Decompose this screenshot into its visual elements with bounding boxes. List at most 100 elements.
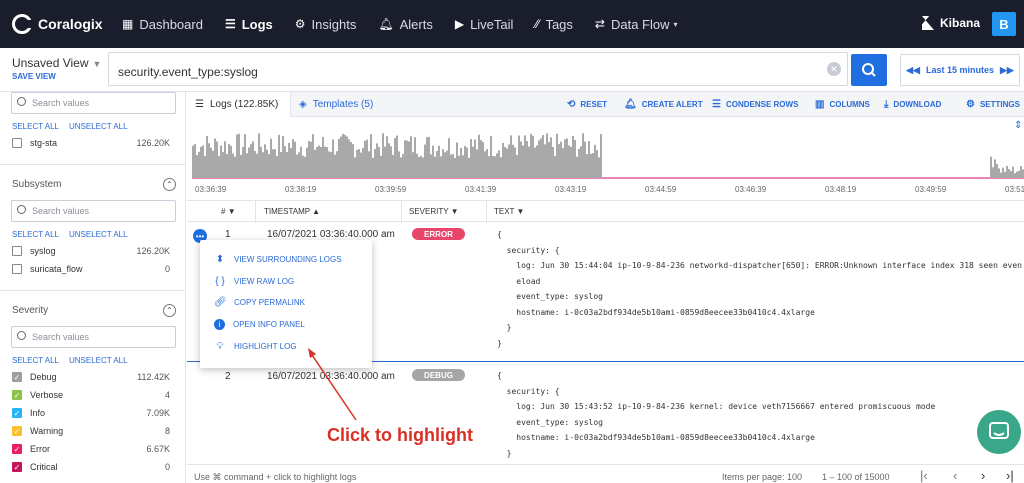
- brand-logo[interactable]: Coralogix: [0, 14, 122, 34]
- severity-filter-item[interactable]: ✓ Debug 112.42K: [12, 372, 170, 382]
- log-histogram[interactable]: [192, 128, 1024, 180]
- histogram-bar: [242, 146, 244, 178]
- severity-filter-item[interactable]: ✓ Critical 0: [12, 462, 170, 472]
- col-num-header[interactable]: # ▼: [221, 207, 236, 216]
- histogram-bar: [434, 156, 436, 178]
- select-all-link[interactable]: SELECT ALL: [12, 122, 59, 131]
- collapse-icon[interactable]: ⌃: [163, 304, 176, 317]
- clear-query-icon[interactable]: ✕: [827, 62, 841, 76]
- tab-templates[interactable]: ◈ Templates (5): [291, 92, 387, 117]
- first-page-icon[interactable]: |‹: [920, 468, 928, 483]
- checkbox[interactable]: ✓: [12, 408, 22, 418]
- histogram-bar: [564, 139, 566, 178]
- save-view-button[interactable]: SAVE VIEW: [12, 72, 56, 81]
- histogram-bar: [460, 147, 462, 178]
- next-page-icon[interactable]: ›: [981, 468, 985, 483]
- view-selector[interactable]: Unsaved View ▼: [12, 56, 101, 70]
- chat-button[interactable]: [977, 410, 1021, 454]
- menu-view-surrounding-logs[interactable]: ⬍ VIEW SURROUNDING LOGS: [214, 254, 342, 265]
- create-alert-button[interactable]: 🔔︎ CREATE ALERT: [624, 99, 703, 110]
- select-all-link[interactable]: SELECT ALL: [12, 356, 59, 365]
- nav-alerts[interactable]: 🔔︎ Alerts: [378, 17, 432, 32]
- row-number: 2: [225, 371, 231, 382]
- filter-item[interactable]: suricata_flow 0: [12, 264, 170, 274]
- nav-livetail[interactable]: ▶ LiveTail: [455, 17, 514, 32]
- filter-item[interactable]: syslog 126.20K: [12, 246, 170, 256]
- histogram-bar: [998, 168, 1000, 178]
- tab-label: Logs (122.85K): [209, 99, 279, 110]
- section-title: Subsystem: [12, 179, 62, 190]
- histogram-bar: [466, 147, 468, 178]
- column-divider: [486, 201, 487, 223]
- histogram-bar: [536, 145, 538, 178]
- brand-name: Coralogix: [38, 16, 103, 32]
- search-button[interactable]: [851, 54, 887, 86]
- checkbox[interactable]: [12, 246, 22, 256]
- severity-filter-item[interactable]: ✓ Error 6.67K: [12, 444, 170, 454]
- nav-dashboard[interactable]: ▦ Dashboard: [122, 17, 203, 32]
- avatar[interactable]: B: [992, 12, 1016, 36]
- highlight-icon: 💡︎: [216, 341, 224, 352]
- checkbox[interactable]: ✓: [12, 462, 22, 472]
- histogram-bar: [310, 141, 312, 178]
- select-all-link[interactable]: SELECT ALL: [12, 230, 59, 239]
- severity-filter-item[interactable]: ✓ Warning 8: [12, 426, 170, 436]
- histogram-bar: [410, 136, 412, 178]
- col-timestamp-header[interactable]: TIMESTAMP ▲: [264, 207, 320, 216]
- histogram-bar: [252, 141, 254, 178]
- nav-logs[interactable]: ☰ Logs: [225, 17, 273, 32]
- col-severity-header[interactable]: SEVERITY ▼: [409, 207, 459, 216]
- header-label: #: [221, 207, 226, 216]
- checkbox[interactable]: ✓: [12, 444, 22, 454]
- tab-logs[interactable]: ☰ Logs (122.85K): [187, 92, 291, 117]
- histogram-bar: [228, 143, 230, 178]
- nav-tags[interactable]: ⁄⁄ Tags: [535, 17, 572, 32]
- checkbox[interactable]: ✓: [12, 372, 22, 382]
- columns-button[interactable]: ▥ COLUMNS: [815, 99, 870, 110]
- checkbox[interactable]: ✓: [12, 390, 22, 400]
- chat-icon: [989, 422, 1009, 439]
- histogram-bar: [462, 155, 464, 178]
- severity-filter-item[interactable]: ✓ Verbose 4: [12, 390, 170, 400]
- histogram-bar: [1006, 165, 1008, 178]
- items-per-page[interactable]: Items per page: 100: [722, 472, 802, 482]
- collapse-icon[interactable]: ⌃: [163, 178, 176, 191]
- menu-open-info-panel[interactable]: i OPEN INFO PANEL: [214, 319, 305, 330]
- menu-copy-permalink[interactable]: 🔗︎ COPY PERMALINK: [214, 297, 305, 308]
- settings-button[interactable]: ⚙ SETTINGS: [966, 99, 1020, 110]
- search-values-input[interactable]: Search values: [11, 200, 176, 222]
- severity-filter-item[interactable]: ✓ Info 7.09K: [12, 408, 170, 418]
- search-values-input[interactable]: Search values: [11, 326, 176, 348]
- unselect-all-link[interactable]: UNSELECT ALL: [69, 356, 128, 365]
- kibana-link[interactable]: Kibana: [921, 16, 980, 30]
- checkbox[interactable]: [12, 264, 22, 274]
- histogram-bar: [484, 151, 486, 178]
- reset-button[interactable]: ⟲ RESET: [567, 99, 607, 110]
- time-range-button[interactable]: ◀◀ Last 15 minutes ▶▶: [900, 54, 1020, 86]
- prev-page-icon[interactable]: ‹: [953, 468, 957, 483]
- filter-item[interactable]: stg-sta 126.20K: [12, 138, 170, 148]
- nav-insights[interactable]: ⚙ Insights: [295, 17, 357, 32]
- col-text-header[interactable]: TEXT ▼: [494, 207, 524, 216]
- condense-rows-button[interactable]: ☰ CONDENSE ROWS: [712, 99, 798, 110]
- last-page-icon[interactable]: ›|: [1006, 468, 1014, 483]
- download-button[interactable]: ⤓ DOWNLOAD: [884, 99, 941, 110]
- page-range: 1 – 100 of 15000: [822, 472, 890, 482]
- nav-dataflow[interactable]: ⇄ Data Flow ▾: [595, 17, 678, 32]
- header-label: SEVERITY: [409, 207, 449, 216]
- search-values-input[interactable]: Search values: [11, 92, 176, 114]
- histogram-bar: [362, 148, 364, 178]
- checkbox[interactable]: [12, 138, 22, 148]
- menu-highlight-log[interactable]: 💡︎ HIGHLIGHT LOG: [214, 341, 297, 352]
- sort-icon: ▼: [450, 207, 459, 216]
- unselect-all-link[interactable]: UNSELECT ALL: [69, 230, 128, 239]
- menu-view-raw-log[interactable]: { } VIEW RAW LOG: [214, 276, 294, 287]
- action-label: RESET: [580, 100, 608, 109]
- histogram-bar: [322, 137, 324, 178]
- play-icon: ▶: [454, 17, 465, 31]
- checkbox[interactable]: ✓: [12, 426, 22, 436]
- unselect-all-link[interactable]: UNSELECT ALL: [69, 122, 128, 131]
- filter-label: Error: [30, 444, 50, 454]
- histogram-bar: [332, 139, 334, 178]
- severity-badge: ERROR: [412, 228, 465, 240]
